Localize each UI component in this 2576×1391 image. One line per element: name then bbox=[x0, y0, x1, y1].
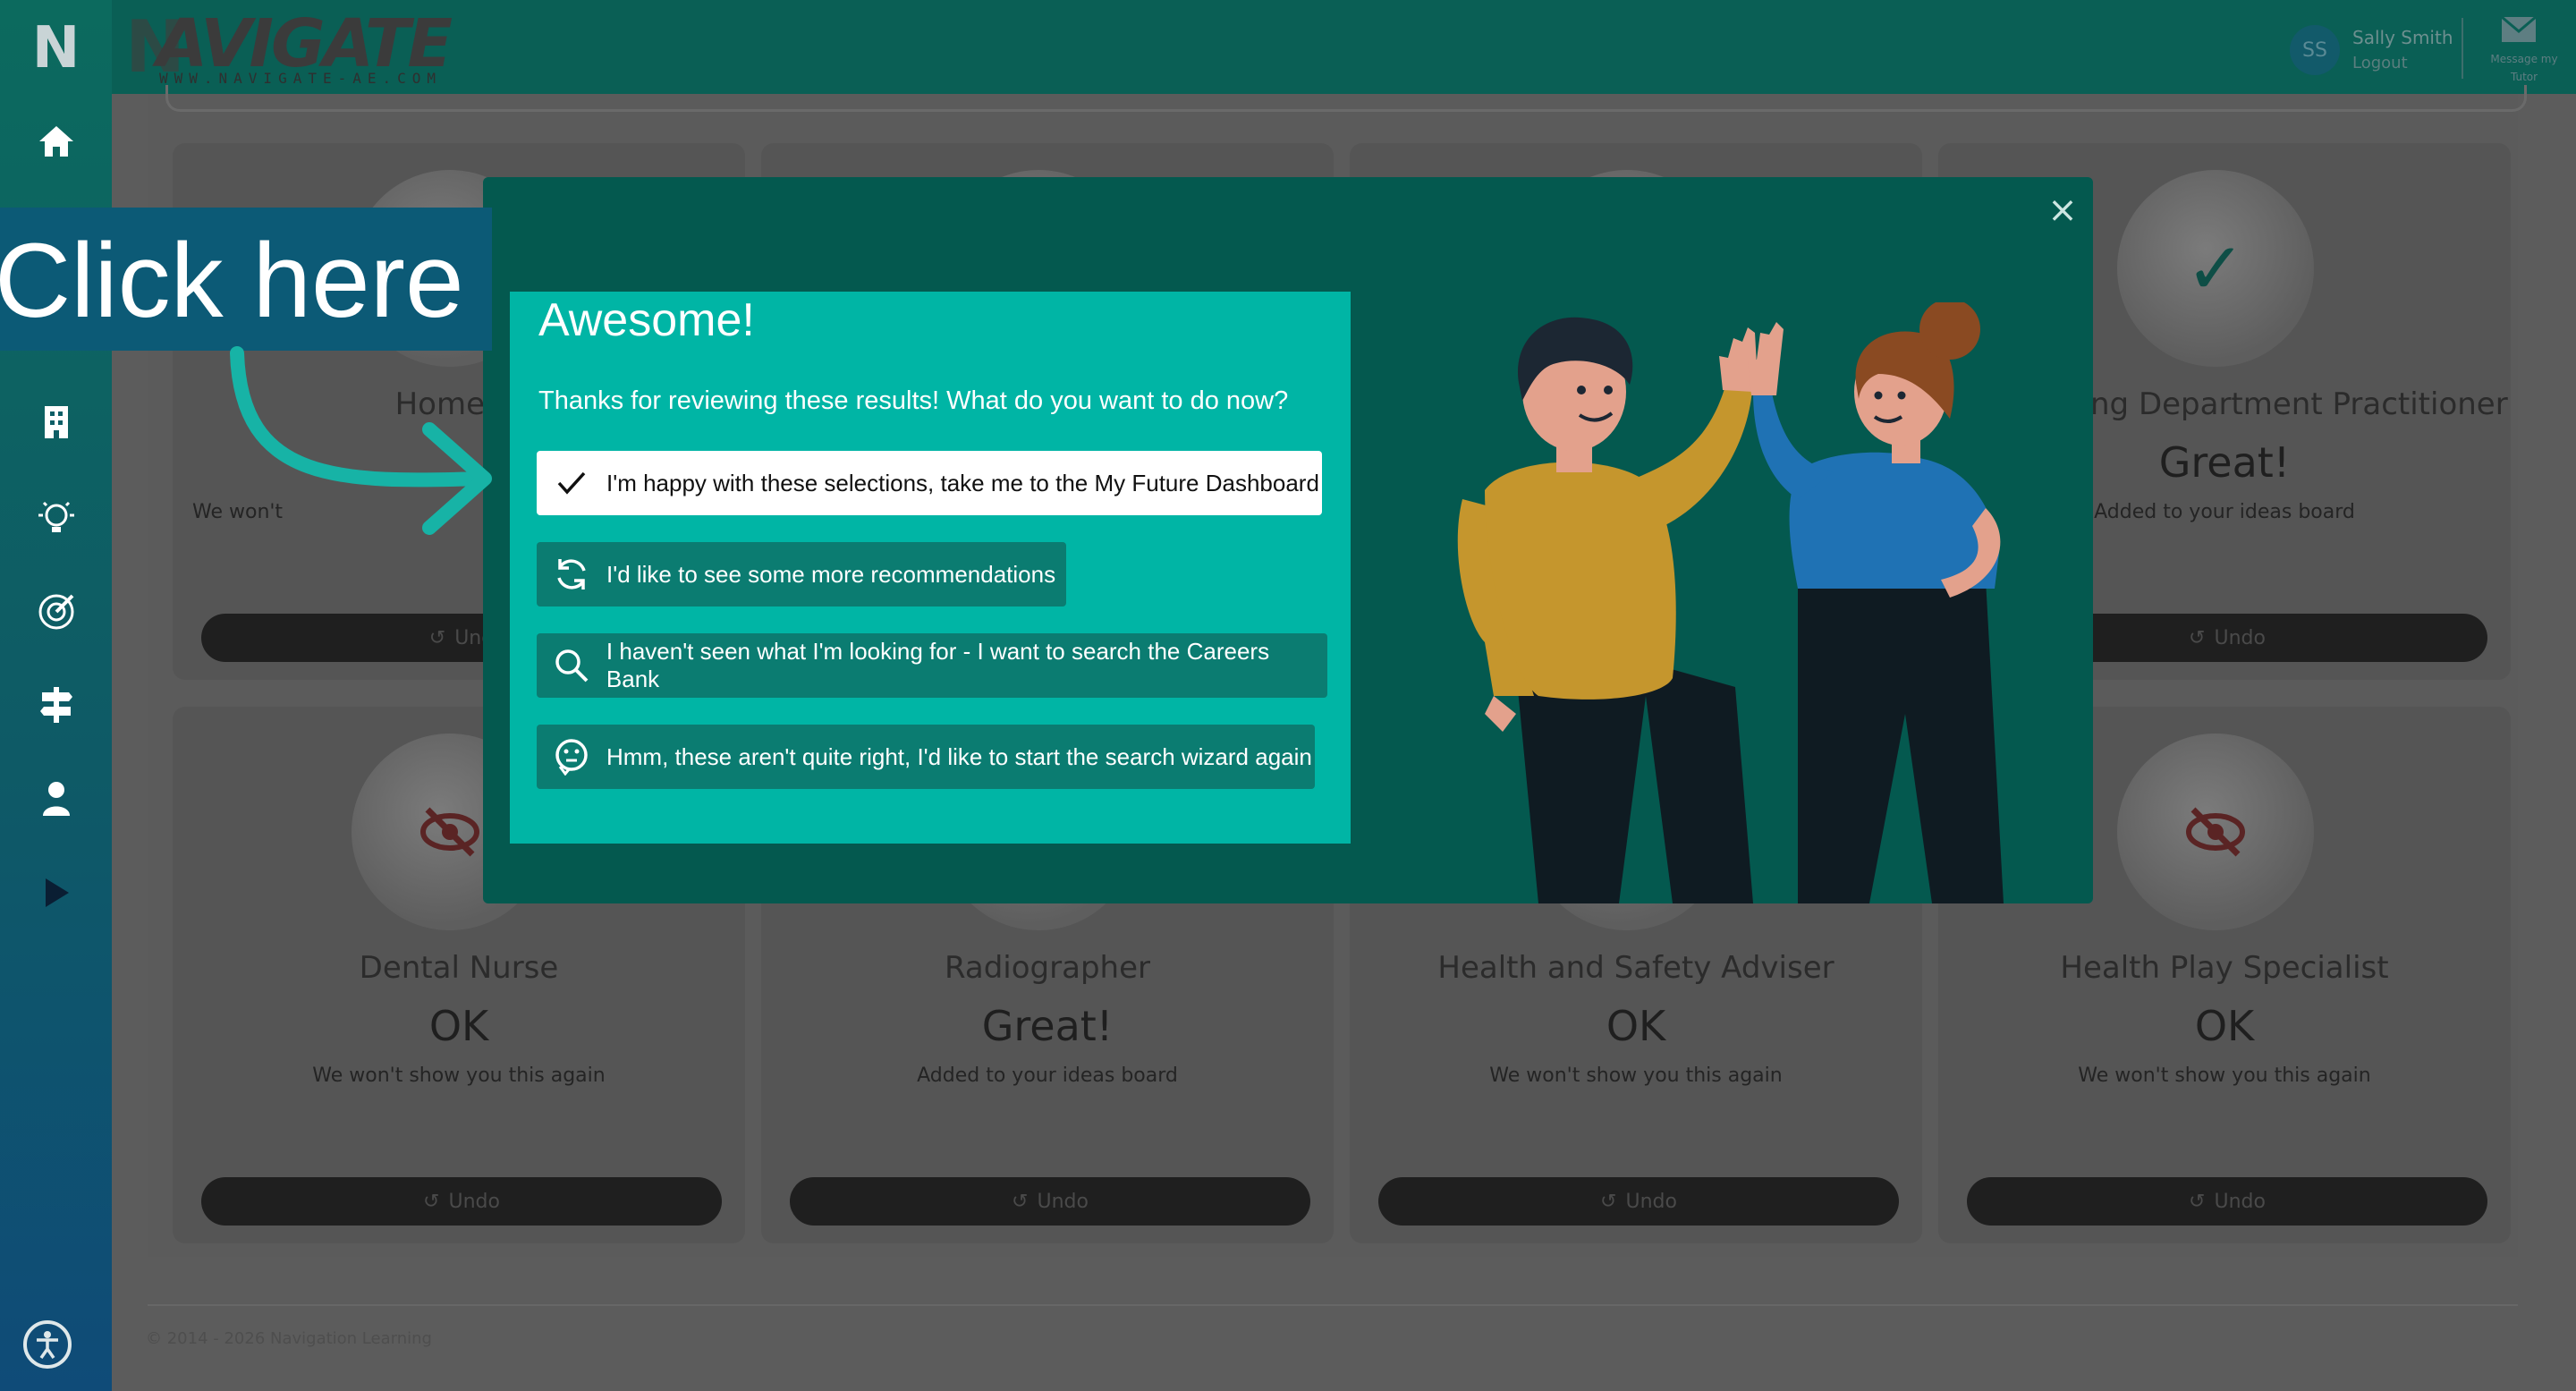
undo-icon: ↺ bbox=[1600, 1190, 1617, 1213]
copyright: © 2014 - 2026 Navigation Learning bbox=[146, 1329, 432, 1348]
app-logo[interactable]: N bbox=[0, 15, 112, 81]
man-lower-hand bbox=[1485, 696, 1516, 732]
person-icon[interactable] bbox=[0, 771, 112, 825]
envelope-icon[interactable] bbox=[2501, 15, 2537, 50]
undo-button[interactable]: ↺ Undo bbox=[790, 1177, 1310, 1226]
career-status: OK bbox=[1606, 1002, 1666, 1050]
go-to-dashboard-button[interactable]: I'm happy with these selections, take me… bbox=[537, 451, 1322, 515]
career-title: ng Department Practitioner bbox=[2090, 386, 2508, 422]
career-status: OK bbox=[428, 1002, 489, 1050]
career-note: We won't show you this again bbox=[312, 1064, 606, 1087]
more-recommendations-button[interactable]: I'd like to see some more recommendation… bbox=[537, 542, 1066, 606]
man-raised-arm bbox=[1628, 374, 1753, 526]
career-note: We won't show you this again bbox=[2078, 1064, 2371, 1087]
undo-button[interactable]: ↺ Undo bbox=[1967, 1177, 2487, 1226]
undo-button[interactable]: ↺ Undo bbox=[1378, 1177, 1899, 1226]
accessibility-button[interactable] bbox=[23, 1320, 72, 1369]
undo-icon: ↺ bbox=[423, 1190, 440, 1213]
lightbulb-icon[interactable] bbox=[0, 490, 112, 544]
undo-icon: ↺ bbox=[2189, 1190, 2206, 1213]
eye-slash-icon bbox=[2171, 787, 2260, 877]
click-here-callout: Click here bbox=[0, 208, 492, 351]
career-note: We won't show you this again bbox=[1489, 1064, 1783, 1087]
option-label: I'd like to see some more recommendation… bbox=[606, 560, 1056, 588]
avatar[interactable]: SS bbox=[2290, 25, 2340, 75]
career-status: OK bbox=[2194, 1002, 2255, 1050]
footer-divider bbox=[148, 1304, 2518, 1306]
career-title: Health Play Specialist bbox=[2060, 950, 2389, 986]
eye-slash-icon bbox=[405, 787, 495, 877]
close-icon[interactable]: × bbox=[2044, 191, 2081, 229]
high-five-illustration bbox=[1457, 302, 2004, 903]
building-icon[interactable] bbox=[0, 395, 112, 449]
undo-icon: ↺ bbox=[2189, 626, 2206, 649]
play-icon[interactable] bbox=[0, 866, 112, 920]
career-image: ✓ bbox=[2117, 170, 2314, 367]
woman-trousers bbox=[1798, 580, 2004, 903]
career-title: Radiographer bbox=[945, 950, 1150, 986]
options-panel: Awesome! Thanks for reviewing these resu… bbox=[510, 292, 1351, 844]
option-label: Hmm, these aren't quite right, I'd like … bbox=[606, 742, 1312, 770]
restart-wizard-button[interactable]: Hmm, these aren't quite right, I'd like … bbox=[537, 725, 1315, 789]
option-label: I haven't seen what I'm looking for - I … bbox=[606, 638, 1270, 692]
check-icon: ✓ bbox=[2185, 226, 2246, 310]
topbar-divider bbox=[2462, 18, 2463, 79]
career-title: Dental Nurse bbox=[359, 950, 559, 986]
top-bar bbox=[112, 0, 2576, 94]
undo-icon: ↺ bbox=[428, 626, 446, 649]
target-icon[interactable] bbox=[0, 585, 112, 639]
signpost-icon[interactable] bbox=[0, 678, 112, 732]
search-careers-bank-button[interactable]: I haven't seen what I'm looking for - I … bbox=[537, 633, 1327, 698]
career-status: Great! bbox=[981, 1002, 1114, 1050]
message-tutor-label[interactable]: Message my Tutor bbox=[2488, 50, 2560, 86]
search-icon bbox=[549, 643, 594, 688]
home-icon[interactable] bbox=[0, 115, 112, 168]
callout-text: Click here bbox=[0, 222, 464, 340]
option-label: I'm happy with these selections, take me… bbox=[606, 469, 1319, 496]
career-note: Added to your ideas board bbox=[917, 1064, 1178, 1087]
thinking-face-icon bbox=[549, 734, 594, 779]
previous-panel-edge bbox=[165, 85, 2527, 112]
modal-title: Awesome! bbox=[538, 294, 755, 346]
refresh-icon bbox=[549, 552, 594, 597]
logout-link[interactable]: Logout bbox=[2352, 54, 2408, 72]
curved-arrow-icon bbox=[230, 346, 492, 535]
career-title: Health and Safety Adviser bbox=[1437, 950, 1835, 986]
undo-button[interactable]: ↺ Undo bbox=[201, 1177, 722, 1226]
next-steps-modal: × Awesome! Thanks for reviewing these re… bbox=[483, 177, 2093, 903]
user-name: Sally Smith bbox=[2352, 27, 2453, 48]
check-icon bbox=[549, 461, 594, 505]
career-image bbox=[2117, 734, 2314, 930]
undo-icon: ↺ bbox=[1012, 1190, 1029, 1213]
modal-subtitle: Thanks for reviewing these results! What… bbox=[538, 386, 1289, 415]
